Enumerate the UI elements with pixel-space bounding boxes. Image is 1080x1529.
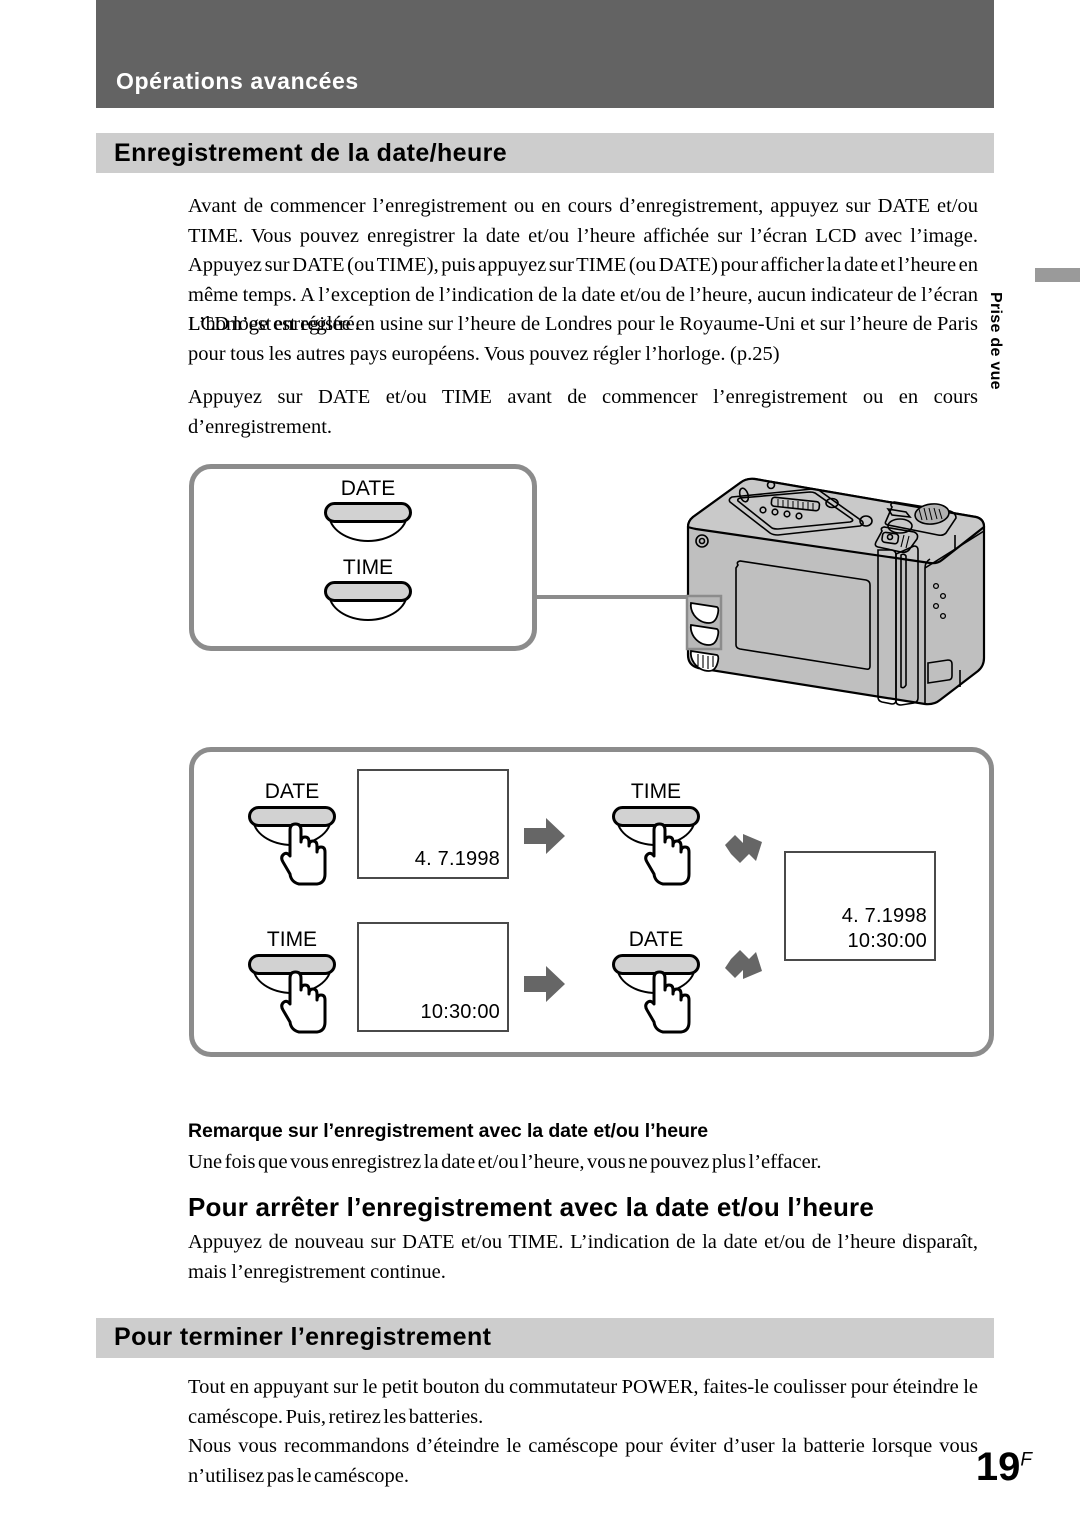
chapter-title: Opérations avancées xyxy=(116,68,359,94)
end-section-title: Pour terminer l’enregistrement xyxy=(114,1323,492,1351)
section-title: Enregistrement de la date/heure xyxy=(114,139,508,167)
body-paragraph-3: Appuyez sur DATE et/ou TIME avant de com… xyxy=(188,386,978,438)
side-tab-marker xyxy=(1035,268,1080,282)
flow-step1-screen-text: 4. 7.1998 xyxy=(414,848,500,870)
button-cap xyxy=(324,581,412,602)
flow-step4-button-label: DATE xyxy=(628,928,684,951)
page-number-suffix: F xyxy=(1020,1449,1032,1471)
flow-result-date: 4. 7.1998 xyxy=(841,905,927,927)
hand-pressing-icon xyxy=(277,822,333,890)
section-header-bar: Enregistrement de la date/heure xyxy=(96,133,994,173)
page-number: 19F xyxy=(976,1445,1032,1490)
end-section-paragraph-2: Nous vous recommandons d’éteindre le cam… xyxy=(188,1435,978,1487)
arrow-up-right-icon xyxy=(722,938,764,979)
callout-date-button[interactable] xyxy=(324,502,412,544)
hand-pressing-icon xyxy=(641,822,697,890)
camcorder-illustration: .bo { fill:#bfbfbf; stroke:#000; stroke-… xyxy=(660,455,1005,715)
page-number-value: 19 xyxy=(975,1445,1021,1489)
chapter-header-bar: Opérations avancées xyxy=(96,0,994,108)
end-section-header-bar: Pour terminer l’enregistrement xyxy=(96,1318,994,1358)
hand-pressing-icon xyxy=(641,970,697,1038)
arrow-right-icon-1 xyxy=(524,817,566,855)
end-section-paragraph-1: Tout en appuyant sur le petit bouton du … xyxy=(188,1376,978,1428)
flow-step2-screen-text: 10:30:00 xyxy=(420,1001,500,1023)
callout-date-label: DATE xyxy=(340,477,396,500)
hand-pressing-icon xyxy=(277,970,333,1038)
button-cap xyxy=(324,502,412,523)
note-text: Une fois que vous enregistrez la date et… xyxy=(188,1151,822,1173)
callout-time-label: TIME xyxy=(342,556,394,579)
body-paragraph-2: L’horloge est réglée en usine sur l’heur… xyxy=(188,313,978,365)
callout-time-button[interactable] xyxy=(324,581,412,623)
button-callout-box: DATE TIME xyxy=(189,464,537,651)
stop-section-text: Appuyez de nouveau sur DATE et/ou TIME. … xyxy=(188,1231,978,1283)
arrow-right-icon-2 xyxy=(524,965,566,1003)
flow-step1-button-label: DATE xyxy=(264,780,320,803)
flow-step1-screen: 4. 7.1998 xyxy=(357,769,509,879)
flow-step2-button-label: TIME xyxy=(266,928,318,951)
flow-result-screen: 4. 7.1998 10:30:00 xyxy=(784,851,936,961)
flow-step3-button-label: TIME xyxy=(630,780,682,803)
flow-step2-screen: 10:30:00 xyxy=(357,922,509,1032)
flow-result-time: 10:30:00 xyxy=(847,930,927,952)
stop-section-heading: Pour arrêter l’enregistrement avec la da… xyxy=(188,1192,875,1222)
note-heading: Remarque sur l’enregistrement avec la da… xyxy=(188,1120,709,1142)
side-tab-label: Prise de vue xyxy=(987,292,1004,390)
arrow-down-right-icon xyxy=(722,833,764,871)
